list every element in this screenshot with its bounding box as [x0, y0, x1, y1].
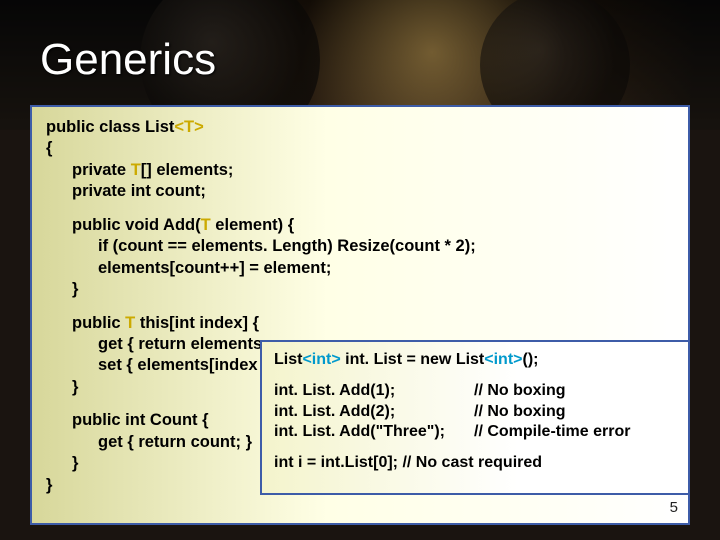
code-text: public — [72, 314, 125, 332]
code-text: public void Add( — [72, 216, 201, 234]
code-text: int. List. Add("Three"); — [274, 422, 474, 443]
code-text: [] elements; — [141, 161, 234, 179]
slide-title: Generics — [40, 35, 216, 85]
generic-param: T — [131, 161, 141, 179]
code-line: private int count; — [46, 181, 674, 202]
page-number: 5 — [670, 498, 678, 518]
generic-param: T — [201, 216, 211, 234]
code-text: public class List — [46, 118, 174, 136]
popup-line: int i = int.List[0]; // No cast required — [274, 453, 676, 474]
code-comment: // No boxing — [474, 402, 676, 423]
code-text: private — [72, 161, 131, 179]
code-line: } — [46, 279, 674, 300]
code-text: int. List = new List — [341, 351, 485, 368]
popup-line: List<int> int. List = new List<int>(); — [274, 350, 676, 371]
code-line: if (count == elements. Length) Resize(co… — [46, 236, 674, 257]
generic-param: T — [125, 314, 135, 332]
code-line: { — [46, 138, 674, 159]
popup-line: int. List. Add("Three"); // Compile-time… — [274, 422, 676, 443]
popup-line: int. List. Add(2); // No boxing — [274, 402, 676, 423]
code-text: element) { — [211, 216, 294, 234]
code-line: public void Add(T element) { — [46, 215, 674, 236]
generic-param: <T> — [174, 118, 203, 136]
generic-arg: <int> — [484, 351, 522, 368]
code-comment: // Compile-time error — [474, 422, 676, 443]
code-line: elements[count++] = element; — [46, 258, 674, 279]
popup-line: int. List. Add(1); // No boxing — [274, 381, 676, 402]
code-line: private T[] elements; — [46, 160, 674, 181]
code-comment: // No boxing — [474, 381, 676, 402]
code-text: int. List. Add(1); — [274, 381, 474, 402]
generic-arg: <int> — [302, 351, 340, 368]
code-text: this[int index] { — [135, 314, 259, 332]
code-line: public class List<T> — [46, 117, 674, 138]
usage-popup: List<int> int. List = new List<int>(); i… — [260, 340, 690, 495]
code-text: int. List. Add(2); — [274, 402, 474, 423]
code-text: (); — [523, 351, 539, 368]
code-line: public T this[int index] { — [46, 313, 674, 334]
code-text: List — [274, 351, 302, 368]
